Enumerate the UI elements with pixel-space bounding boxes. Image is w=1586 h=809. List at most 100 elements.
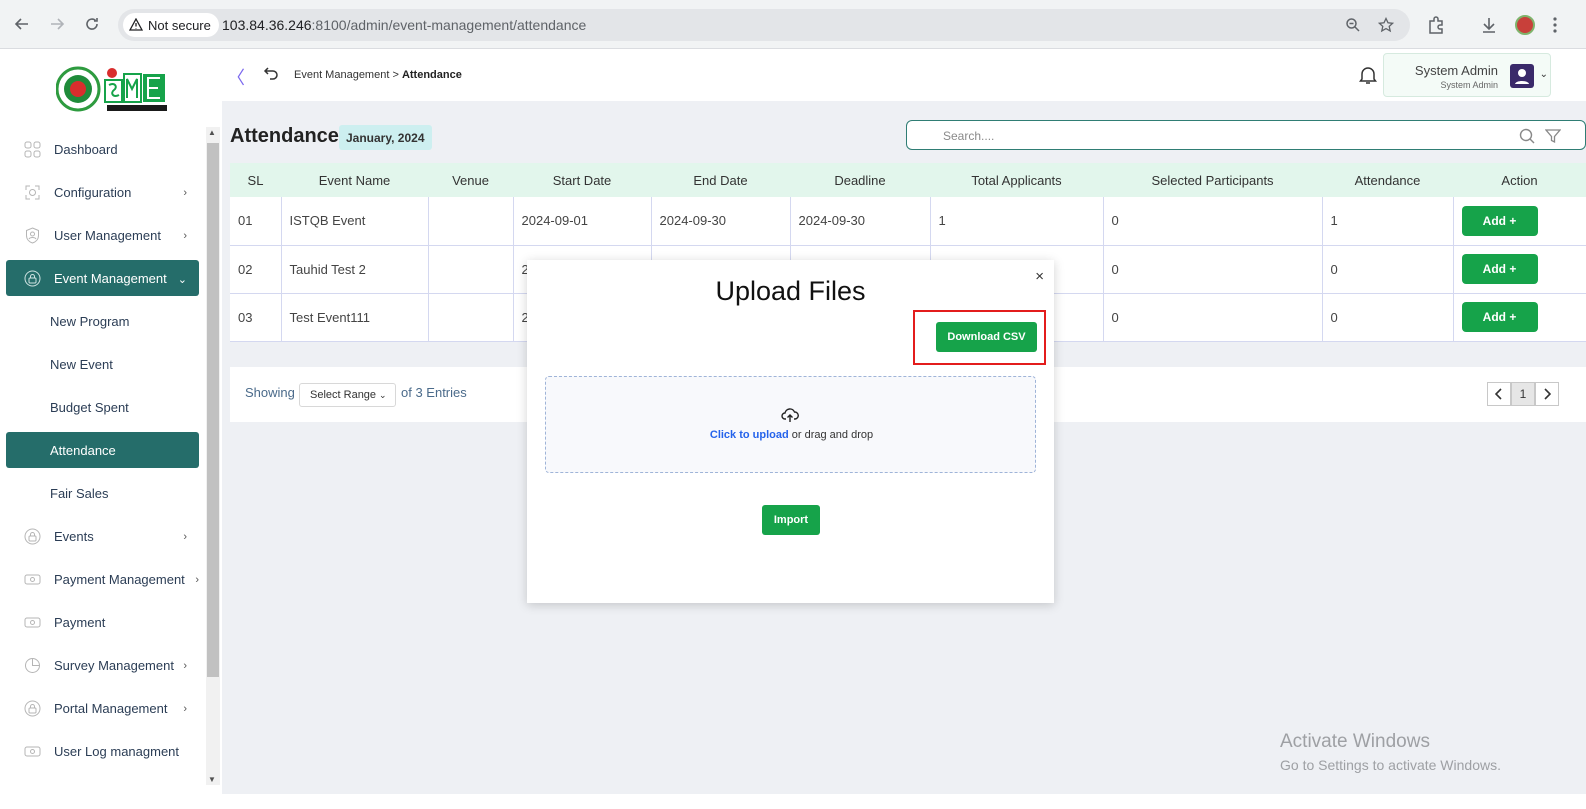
range-select[interactable]: Select Range ⌄ [299, 383, 396, 407]
undo-back-icon[interactable] [263, 65, 279, 81]
lock-icon [24, 528, 41, 545]
cell-event-name: ISTQB Event [281, 197, 429, 245]
entries-label: of 3 Entries [401, 385, 467, 400]
add-attendance-button[interactable]: Add + [1461, 302, 1538, 332]
address-bar[interactable]: Not secure 103.84.36.246:8100/admin/even… [118, 9, 1410, 41]
sidebar-item-survey-management[interactable]: Survey Management › [6, 647, 199, 683]
chevron-right-icon: › [183, 531, 187, 543]
scroll-down-icon[interactable]: ▼ [208, 775, 216, 784]
sidebar-item-user-management[interactable]: User Management › [6, 217, 199, 253]
user-avatar-icon [1510, 64, 1534, 88]
cell-event-name: Test Event111 [281, 293, 429, 341]
sidebar-item-events[interactable]: Events › [6, 518, 199, 554]
upload-hint: Click to upload or drag and drop [546, 429, 1037, 441]
sidebar-item-portal-management[interactable]: Portal Management › [6, 690, 199, 726]
sidebar-item-payment-management[interactable]: Payment Management › [6, 561, 199, 597]
scrollbar-thumb[interactable] [207, 143, 219, 677]
search-icon[interactable] [1519, 128, 1535, 144]
user-shield-icon [24, 227, 41, 244]
reload-icon[interactable] [82, 14, 102, 34]
sidebar-item-dashboard[interactable]: Dashboard [6, 131, 199, 167]
url-text[interactable]: 103.84.36.246:8100/admin/event-managemen… [222, 17, 586, 33]
cell-attendance: 0 [1322, 245, 1454, 293]
download-csv-button[interactable]: Download CSV [936, 322, 1037, 352]
sidebar-item-user-log[interactable]: User Log managment [6, 733, 199, 769]
profile-avatar[interactable] [1515, 15, 1535, 35]
add-attendance-button[interactable]: Add + [1461, 205, 1538, 236]
sidebar-scrollbar[interactable]: ▲ ▼ [206, 127, 220, 785]
search-input[interactable] [943, 127, 1503, 145]
warning-icon [129, 18, 143, 31]
cell-action: Add + [1453, 245, 1586, 293]
search-field[interactable] [906, 120, 1586, 150]
cell-start-date: 2024-09-01 [513, 197, 652, 245]
column-header-deadline: Deadline [834, 172, 886, 188]
chevron-right-icon: › [183, 660, 187, 672]
zoom-icon[interactable] [1345, 17, 1361, 33]
cell-venue [428, 293, 514, 341]
cell-end-date: 2024-09-30 [651, 197, 791, 245]
forward-arrow-icon[interactable] [47, 14, 67, 34]
watermark-subtitle: Go to Settings to activate Windows. [1280, 757, 1501, 773]
column-header-venue: Venue [452, 172, 489, 188]
chevron-down-icon: ⌄ [177, 274, 187, 286]
user-menu[interactable]: System Admin System Admin ⌄ [1383, 53, 1551, 97]
column-header-selected-participants: Selected Participants [1151, 172, 1274, 188]
drag-drop-text: or drag and drop [788, 429, 874, 441]
sidebar-item-payment[interactable]: Payment [6, 604, 199, 640]
add-attendance-button[interactable]: Add + [1461, 254, 1538, 284]
notification-bell-icon[interactable] [1359, 65, 1377, 85]
url-path: :8100/admin/event-management/attendance [311, 17, 587, 33]
click-to-upload-link[interactable]: Click to upload [710, 429, 789, 441]
sidebar-subitem-fair-sales[interactable]: Fair Sales [6, 475, 199, 511]
menu-kebab-icon[interactable] [1552, 15, 1562, 35]
cell-sl: 01 [230, 197, 282, 245]
column-header-end-date: End Date [693, 172, 748, 188]
page-number-button[interactable]: 1 [1511, 382, 1535, 406]
cloud-upload-icon [781, 406, 799, 424]
back-arrow-icon[interactable] [12, 14, 32, 34]
cell-total-applicants: 1 [930, 197, 1104, 245]
column-header-event-name: Event Name [318, 172, 391, 188]
sidebar-subitem-attendance[interactable]: Attendance [6, 432, 199, 468]
breadcrumb-parent[interactable]: Event Management [294, 69, 389, 81]
chevron-down-icon: ⌄ [379, 389, 387, 400]
bookmark-star-icon[interactable] [1377, 16, 1395, 33]
chevron-right-icon [1544, 388, 1551, 400]
sidebar-subitem-new-event[interactable]: New Event [6, 346, 199, 382]
prev-page-button[interactable] [1487, 382, 1511, 406]
next-page-button[interactable] [1535, 382, 1559, 406]
windows-activation-watermark: Activate Windows Go to Settings to activ… [1280, 731, 1501, 773]
cell-deadline: 2024-09-30 [790, 197, 931, 245]
user-name: System Admin [1414, 63, 1498, 78]
watermark-title: Activate Windows [1280, 731, 1430, 752]
cell-selected-participants: 0 [1103, 293, 1323, 341]
collapse-sidebar-icon[interactable]: 〈 [227, 64, 245, 90]
import-button[interactable]: Import [762, 505, 820, 535]
filter-icon[interactable] [1544, 128, 1562, 144]
sidebar-item-configuration[interactable]: Configuration › [6, 174, 199, 210]
sidebar-item-label: Dashboard [54, 142, 118, 157]
cell-selected-participants: 0 [1103, 245, 1323, 293]
download-icon[interactable] [1479, 15, 1499, 35]
lock-icon [24, 270, 41, 287]
chevron-down-icon: ⌄ [1539, 69, 1548, 80]
security-chip[interactable]: Not secure [123, 13, 219, 37]
cell-action: Add + [1453, 293, 1586, 341]
breadcrumb-current: Attendance [401, 69, 462, 81]
sidebar-item-event-management[interactable]: Event Management ⌄ [6, 260, 199, 296]
page-title: Attendance [230, 125, 339, 147]
cell-venue [428, 245, 514, 293]
file-dropzone[interactable]: Click to upload or drag and drop [545, 376, 1036, 473]
sidebar-subitem-new-program[interactable]: New Program [6, 303, 199, 339]
sidebar: Dashboard Configuration › User Managemen… [0, 49, 222, 794]
sidebar-item-label: Payment [54, 615, 106, 630]
cell-sl: 02 [230, 245, 282, 293]
sidebar-item-label: User Log managment [54, 744, 180, 759]
extensions-icon[interactable] [1426, 15, 1446, 35]
sidebar-subitem-budget-spent[interactable]: Budget Spent [6, 389, 199, 425]
sidebar-item-label: Fair Sales [50, 486, 109, 501]
scroll-up-icon[interactable]: ▲ [208, 128, 216, 137]
cell-attendance: 0 [1322, 293, 1454, 341]
table-header-row: SL Event Name Venue Start Date End Date … [230, 163, 1586, 197]
